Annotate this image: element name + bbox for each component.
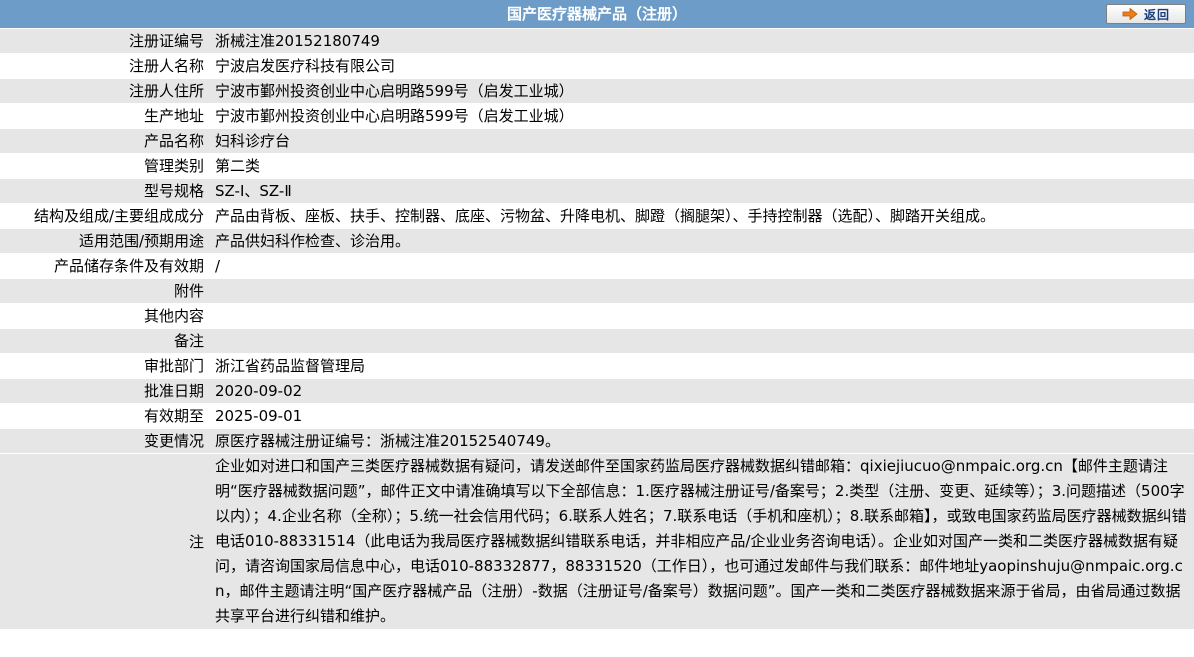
info-row: 结构及组成/主要组成成分 产品由背板、座板、扶手、控制器、底座、污物盆、升降电机、…: [0, 204, 1194, 229]
field-value: 2020-09-02: [207, 379, 1194, 404]
field-value: /: [207, 254, 1194, 279]
field-value: SZ-Ⅰ、SZ-Ⅱ: [207, 179, 1194, 204]
field-label: 有效期至: [0, 404, 207, 429]
back-button[interactable]: 返回: [1106, 4, 1186, 24]
info-row: 注册人名称 宁波启发医疗科技有限公司: [0, 54, 1194, 79]
info-row: 审批部门 浙江省药品监督管理局: [0, 354, 1194, 379]
field-value: 浙江省药品监督管理局: [207, 354, 1194, 379]
note-row: 注 企业如对进口和国产三类医疗器械数据有疑问，请发送邮件至国家药监局医疗器械数据…: [0, 454, 1194, 630]
back-button-label: 返回: [1143, 7, 1170, 22]
note-text: 企业如对进口和国产三类医疗器械数据有疑问，请发送邮件至国家药监局医疗器械数据纠错…: [207, 454, 1194, 630]
info-row: 产品储存条件及有效期 /: [0, 254, 1194, 279]
arrow-right-icon: [1122, 8, 1138, 20]
note-label: 注: [0, 454, 207, 630]
info-row: 型号规格 SZ-Ⅰ、SZ-Ⅱ: [0, 179, 1194, 204]
registration-info-table: 注册证编号 浙械注准20152180749 注册人名称 宁波启发医疗科技有限公司 注册人…: [0, 29, 1194, 630]
info-row: 其他内容: [0, 304, 1194, 329]
field-value: 妇科诊疗台: [207, 129, 1194, 154]
info-row: 有效期至 2025-09-01: [0, 404, 1194, 429]
field-value: 2025-09-01: [207, 404, 1194, 429]
field-label: 备注: [0, 329, 207, 354]
field-value: [207, 329, 1194, 354]
info-row: 注册证编号 浙械注准20152180749: [0, 29, 1194, 54]
page-title: 国产医疗器械产品（注册）: [506, 5, 687, 23]
info-row: 附件: [0, 279, 1194, 304]
field-label: 结构及组成/主要组成成分: [0, 204, 207, 229]
field-label: 适用范围/预期用途: [0, 229, 207, 254]
field-label: 变更情况: [0, 429, 207, 454]
field-label: 产品储存条件及有效期: [0, 254, 207, 279]
field-label: 其他内容: [0, 304, 207, 329]
field-value: 产品供妇科作检查、诊治用。: [207, 229, 1194, 254]
field-value: 宁波市鄞州投资创业中心启明路599号（启发工业城）: [207, 104, 1194, 129]
registration-detail-page: 国产医疗器械产品（注册） 返回 注册证编号 浙械注准20152180749 注册人名…: [0, 0, 1194, 657]
field-value: 第二类: [207, 154, 1194, 179]
info-row: 变更情况 原医疗器械注册证编号：浙械注准20152540749。: [0, 429, 1194, 454]
field-value: 宁波市鄞州投资创业中心启明路599号（启发工业城）: [207, 79, 1194, 104]
field-label: 批准日期: [0, 379, 207, 404]
field-label: 管理类别: [0, 154, 207, 179]
info-row: 适用范围/预期用途 产品供妇科作检查、诊治用。: [0, 229, 1194, 254]
field-label: 审批部门: [0, 354, 207, 379]
field-value: [207, 279, 1194, 304]
header-bar: 国产医疗器械产品（注册） 返回: [0, 0, 1194, 29]
info-row: 批准日期 2020-09-02: [0, 379, 1194, 404]
info-row: 产品名称 妇科诊疗台: [0, 129, 1194, 154]
info-row: 管理类别 第二类: [0, 154, 1194, 179]
field-label: 注册人住所: [0, 79, 207, 104]
field-label: 产品名称: [0, 129, 207, 154]
info-row: 备注: [0, 329, 1194, 354]
field-value: 宁波启发医疗科技有限公司: [207, 54, 1194, 79]
field-value: [207, 304, 1194, 329]
field-label: 附件: [0, 279, 207, 304]
info-row: 生产地址 宁波市鄞州投资创业中心启明路599号（启发工业城）: [0, 104, 1194, 129]
info-row: 注册人住所 宁波市鄞州投资创业中心启明路599号（启发工业城）: [0, 79, 1194, 104]
field-label: 注册证编号: [0, 29, 207, 54]
field-label: 型号规格: [0, 179, 207, 204]
field-value: 产品由背板、座板、扶手、控制器、底座、污物盆、升降电机、脚蹬（搁腿架）、手持控制…: [207, 204, 1194, 229]
field-value: 原医疗器械注册证编号：浙械注准20152540749。: [207, 429, 1194, 454]
field-label: 生产地址: [0, 104, 207, 129]
field-label: 注册人名称: [0, 54, 207, 79]
field-value: 浙械注准20152180749: [207, 29, 1194, 54]
